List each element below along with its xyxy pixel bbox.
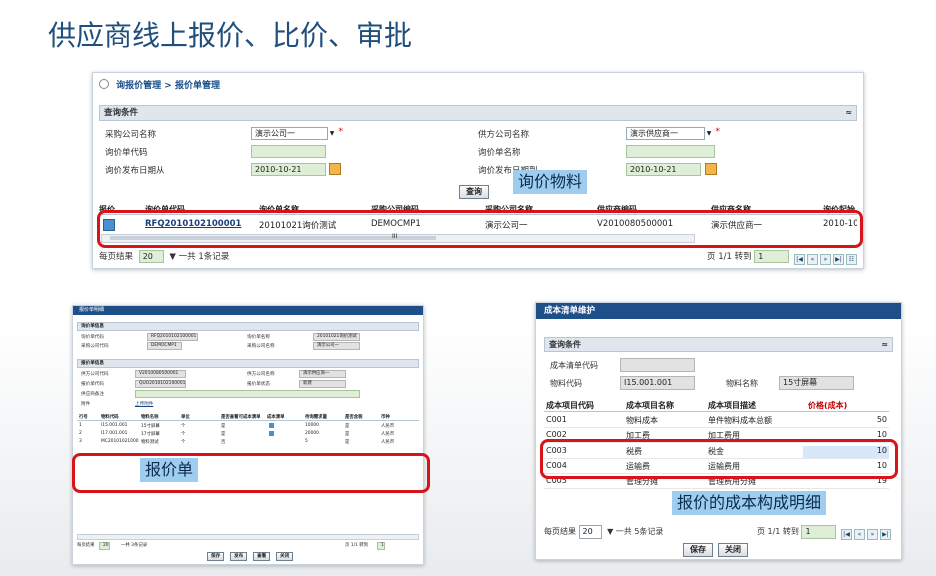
cost-code-field — [620, 358, 695, 372]
quote-info-panel[interactable]: 报价单信息 — [77, 359, 419, 368]
per-page-select[interactable]: 20 — [138, 250, 164, 263]
cost-list-screen: 成本清单维护 查询条件 ≈ 成本清单代码 物料代码 I15.001.001 物料… — [535, 302, 902, 560]
publish-to-input[interactable]: 2010-10-21 — [626, 163, 701, 176]
supplier-label: 供方公司名称 — [478, 130, 530, 140]
pager-left: 每页结果 20 ▼ 一共 1条记录 — [99, 250, 230, 263]
chevron-down-icon: ▼ — [706, 130, 712, 137]
chevron-down-icon[interactable]: ▼ — [169, 252, 176, 262]
next-page-icon[interactable]: » — [820, 254, 831, 265]
save-button[interactable]: 保存 — [683, 543, 713, 557]
supplier-code-field: V2010080500001 — [135, 370, 186, 378]
first-page-icon[interactable]: |◀ — [794, 254, 805, 265]
breadcrumb-current[interactable]: 报价单管理 — [175, 81, 220, 91]
last-page-icon[interactable]: ▶| — [833, 254, 844, 265]
prev-page-icon[interactable]: « — [854, 529, 865, 540]
highlight-tax-transport-rows — [540, 439, 898, 479]
pager-right: 页 1/1 转到 1 |◀ «» ▶| ☷ — [707, 250, 857, 265]
home-icon — [99, 79, 109, 89]
next-page-icon[interactable]: » — [867, 529, 878, 540]
chevron-down-icon[interactable]: ▼ — [607, 527, 613, 536]
cost-pager-left: 每页结果 20 ▼ 一共 5条记录 — [544, 525, 663, 539]
table-row[interactable]: 2 I17.001.001 17寸屏幕个 是 20000 是 人民币 — [77, 431, 419, 437]
collapse-icon[interactable]: ≈ — [845, 106, 852, 120]
table-row[interactable]: C001 物料成本 单件物料成本总额 50 — [544, 414, 889, 428]
purchaser-select[interactable]: 演示公司一 ▼ * — [251, 127, 343, 140]
per-page-select[interactable]: 20 — [99, 542, 110, 550]
breadcrumb-root[interactable]: 询报价管理 — [116, 81, 161, 91]
per-page-select[interactable]: 20 — [578, 525, 602, 539]
quote-pager: 每页结果 20 一共 3条记录 页 1/1 转到 1 — [77, 542, 385, 550]
view-button[interactable]: 查看 — [253, 552, 271, 561]
close-button[interactable]: 关闭 — [718, 543, 748, 557]
first-page-icon[interactable]: |◀ — [841, 529, 852, 540]
cost-list-icon[interactable] — [269, 431, 274, 436]
table-row[interactable]: 3 MC20101021000 物料测试个 否 5是 人民币 — [77, 439, 419, 445]
table-row[interactable]: 1 I15.001.001 15寸屏幕个 是 10000 是 人民币 — [77, 423, 419, 429]
cost-grid-header: 成本项目代码 成本项目名称 成本项目描述 价格(成本) — [544, 399, 889, 412]
query-button[interactable]: 查询 — [459, 185, 489, 199]
callout-quote-sheet: 报价单 — [140, 458, 199, 482]
breadcrumb: 询报价管理 > 报价单管理 — [99, 78, 220, 91]
rfq-code-input[interactable] — [251, 145, 326, 158]
slide-title: 供应商线上报价、比价、审批 — [48, 19, 413, 52]
purchaser-label: 采购公司名称 — [105, 130, 157, 140]
calendar-icon[interactable] — [705, 163, 717, 175]
goto-page-input[interactable]: 1 — [377, 542, 385, 550]
publish-button[interactable]: 发布 — [230, 552, 248, 561]
buyer-code-field: DEMOCMP1 — [147, 342, 182, 350]
goto-page-input[interactable]: 1 — [754, 250, 790, 263]
quote-sheet-screen: 报价单明细 询价单信息 询价单代码 RFQ2010102100001 询价单名称… — [72, 305, 424, 565]
collapse-icon[interactable]: ≈ — [881, 338, 888, 351]
query-panel-header[interactable]: 查询条件 ≈ — [99, 105, 857, 121]
rfq-info-panel[interactable]: 询价单信息 — [77, 322, 419, 331]
upload-attachment-link[interactable]: 上传附件 — [135, 401, 153, 407]
save-button[interactable]: 保存 — [207, 552, 225, 561]
publish-from-label: 询价发布日期从 — [105, 166, 165, 176]
goto-page-input[interactable]: 1 — [801, 525, 837, 539]
close-button[interactable]: 关闭 — [276, 552, 294, 561]
publish-from-input[interactable]: 2010-10-21 — [251, 163, 326, 176]
buyer-name-field: 演示公司一 — [313, 342, 360, 350]
supplier-name-field: 演示供应商一 — [299, 370, 346, 378]
chevron-down-icon: ▼ — [329, 130, 335, 137]
rfq-name-input[interactable] — [626, 145, 715, 158]
highlight-rfq-row — [97, 210, 863, 248]
cost-list-title: 成本清单维护 — [536, 303, 901, 319]
remark-input[interactable] — [135, 390, 360, 398]
quote-grid-header: 行号 物料代码 物料名称 单位 是否查看可成本清单 成本清单 待询需求量 是否含… — [77, 414, 419, 421]
rfq-code-label: 询价单代码 — [105, 148, 148, 158]
rfq-name-field: 20101021询价测试 — [313, 333, 360, 341]
rfq-name-label: 询价单名称 — [478, 148, 521, 158]
callout-material: 询价物料 — [513, 170, 588, 194]
last-page-icon[interactable]: ▶| — [880, 529, 891, 540]
cost-list-icon[interactable] — [269, 423, 274, 428]
rfq-code-field: RFQ2010102100001 — [147, 333, 198, 341]
calendar-icon[interactable] — [329, 163, 341, 175]
callout-cost-detail: 报价的成本构成明细 — [672, 491, 827, 515]
supplier-select[interactable]: 演示供应商一 ▼ * — [626, 127, 720, 140]
prev-page-icon[interactable]: « — [807, 254, 818, 265]
material-name-field: 15寸屏幕 — [779, 376, 854, 390]
query-panel-header[interactable]: 查询条件 ≈ — [544, 337, 893, 352]
cost-pager-right: 页 1/1 转到 1 |◀ «» ▶| — [757, 525, 891, 540]
quote-code-field: QUO2010102100001 — [135, 380, 186, 388]
material-code-field: I15.001.001 — [620, 376, 695, 390]
horizontal-scrollbar[interactable] — [77, 534, 419, 540]
highlight-quote-sheet — [72, 453, 430, 493]
quote-sheet-title: 报价单明细 — [73, 306, 423, 315]
grid-settings-icon[interactable]: ☷ — [846, 254, 857, 265]
status-field: 新建 — [299, 380, 346, 388]
